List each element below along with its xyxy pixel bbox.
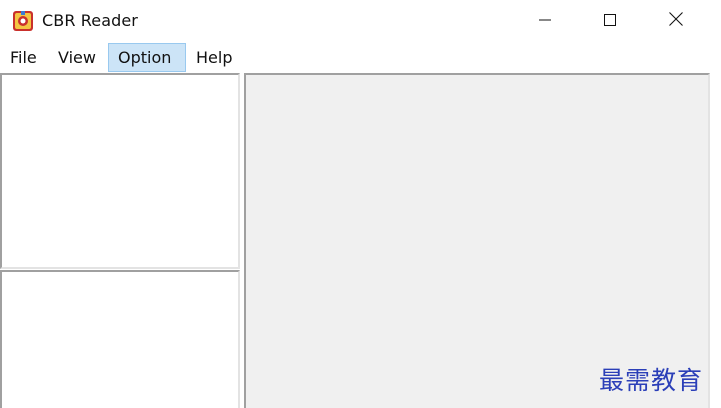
menu-bar: File View Option Help	[0, 43, 721, 72]
app-icon	[12, 10, 34, 32]
watermark-text: 最需教育	[599, 366, 704, 395]
menu-option[interactable]: Option	[108, 43, 186, 72]
menu-help[interactable]: Help	[192, 43, 236, 72]
maximize-button[interactable]	[587, 0, 633, 42]
thumbnail-pane[interactable]	[0, 270, 240, 408]
maximize-icon	[603, 12, 617, 31]
menu-view[interactable]: View	[54, 43, 100, 72]
comic-viewer-pane[interactable]	[244, 73, 710, 408]
close-icon	[668, 11, 684, 31]
menu-file[interactable]: File	[6, 43, 41, 72]
title-bar[interactable]: CBR Reader	[0, 0, 721, 42]
minimize-button[interactable]	[522, 0, 568, 42]
app-window: CBR Reader File View Option Help 最需教育	[0, 0, 721, 408]
minimize-icon	[538, 12, 552, 31]
window-title: CBR Reader	[42, 11, 138, 30]
window-right-edge	[710, 43, 721, 408]
close-button[interactable]	[653, 0, 699, 42]
file-tree-pane[interactable]	[0, 73, 240, 269]
